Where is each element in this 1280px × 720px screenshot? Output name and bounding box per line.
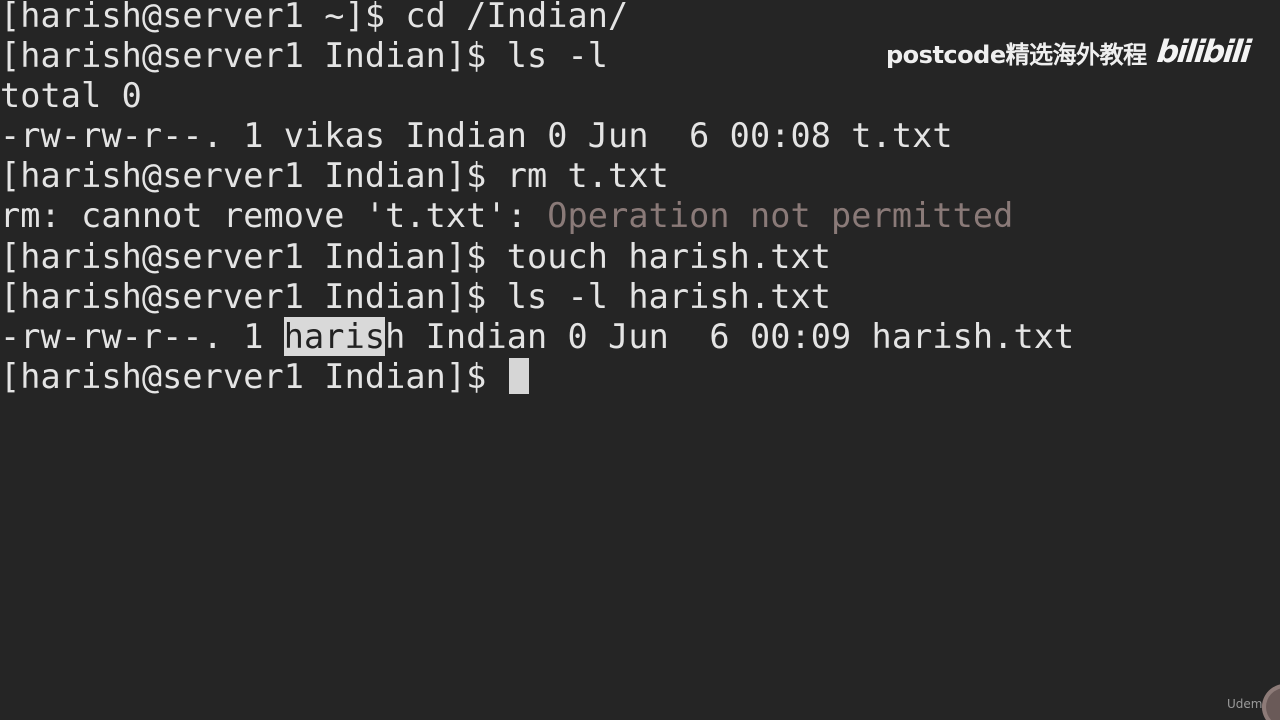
listing-prefix: -rw-rw-r--. 1	[0, 316, 284, 356]
video-frame: [harish@server1 ~]$ cd /Indian/ [harish@…	[0, 0, 1280, 720]
terminal-line: [harish@server1 Indian]$ ls -l harish.tx…	[0, 276, 832, 316]
watermark: postcode精选海外教程 bilibili	[886, 32, 1251, 72]
error-prefix: rm: cannot remove 't.txt':	[0, 196, 548, 236]
watermark-text: postcode精选海外教程	[886, 40, 1147, 69]
error-message: Operation not permitted	[547, 196, 1014, 236]
terminal-line: -rw-rw-r--. 1 vikas Indian 0 Jun 6 00:08…	[0, 116, 953, 156]
terminal-error-line: rm: cannot remove 't.txt': Operation not…	[0, 196, 1280, 236]
bilibili-logo: bilibili	[1154, 34, 1251, 70]
terminal-listing-line: -rw-rw-r--. 1 harish Indian 0 Jun 6 00:0…	[0, 316, 1280, 357]
shell-prompt: [harish@server1 Indian]$	[0, 356, 507, 396]
listing-suffix: h Indian 0 Jun 6 00:09 harish.txt	[385, 316, 1075, 356]
terminal-line: [harish@server1 Indian]$ touch harish.tx…	[0, 236, 832, 276]
terminal-line: [harish@server1 Indian]$ rm t.txt	[0, 156, 669, 196]
terminal-line: [harish@server1 ~]$ cd /Indian/	[0, 0, 629, 35]
terminal-prompt-line[interactable]: [harish@server1 Indian]$	[0, 357, 1280, 397]
terminal-line: total 0	[0, 76, 142, 116]
text-cursor	[508, 357, 529, 394]
corner-badge-icon	[1262, 684, 1280, 720]
selected-text[interactable]: haris	[283, 316, 386, 356]
